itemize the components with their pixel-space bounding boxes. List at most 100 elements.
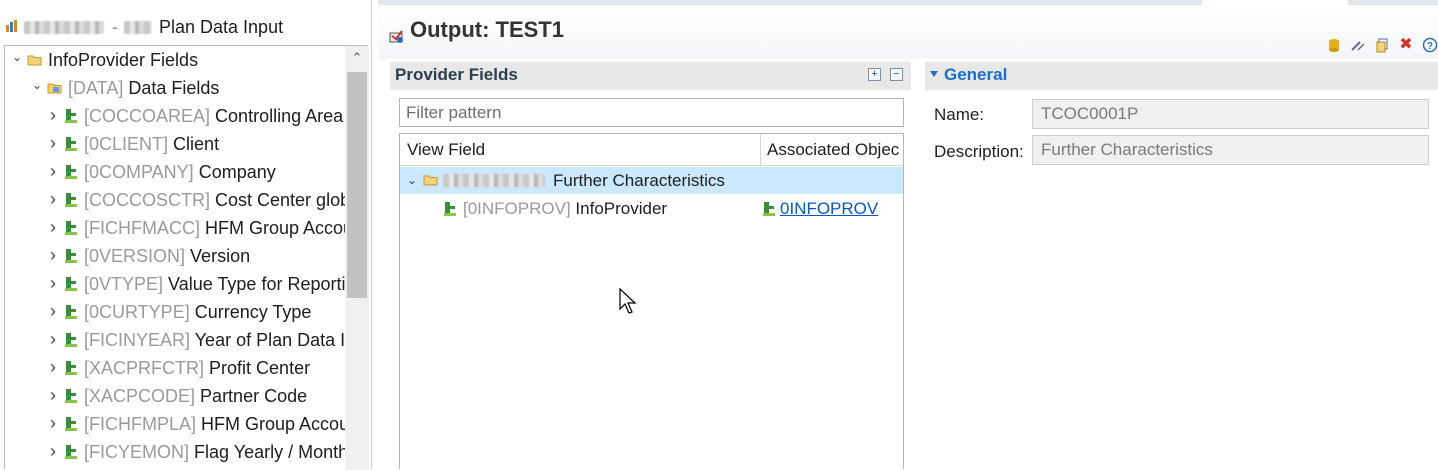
tree-item-technical-name: [XACPCODE] — [84, 386, 196, 406]
tree-item-text: [COCCOAREA] Controlling Area — [84, 102, 343, 130]
chevron-right-icon[interactable]: › — [47, 358, 59, 376]
tree-item-technical-name: [0VTYPE] — [84, 274, 164, 294]
tree-item-technical-name: [FICHFMPLA] — [84, 414, 197, 434]
characteristic-icon — [65, 333, 77, 347]
chevron-right-icon[interactable]: › — [47, 162, 59, 180]
tree-item-text: [XACPCODE] Partner Code — [84, 382, 307, 410]
chevron-right-icon[interactable]: › — [47, 414, 59, 432]
scroll-up-icon[interactable]: ⌃ — [351, 51, 363, 64]
tree-item-label: Flag Yearly / Month — [194, 442, 349, 462]
characteristic-icon — [65, 165, 77, 179]
tree-item-label: HFM Group Accou — [201, 414, 350, 434]
scroll-thumb[interactable] — [347, 72, 367, 298]
chevron-right-icon[interactable]: › — [47, 386, 59, 404]
infoprovider-tree: ⌄ InfoProvider Fields ⌄ [DATA] Data Fields ›… — [4, 45, 369, 470]
description-label: Description: — [934, 142, 1024, 161]
tree-item-label: Controlling Area — [215, 106, 344, 126]
tree-item-label: HFM Group Accou — [205, 218, 354, 238]
tree-item-label: Partner Code — [200, 386, 308, 406]
general-section-header[interactable]: General — [925, 62, 1438, 90]
chevron-right-icon[interactable]: › — [47, 246, 59, 264]
edit-icon[interactable] — [1350, 37, 1366, 53]
folder-icon — [423, 175, 438, 186]
collapse-triangle-icon[interactable] — [930, 71, 938, 77]
tree-item-technical-name: [0CLIENT] — [84, 134, 169, 154]
tree-item-text: [0VTYPE] Value Type for Reportir — [84, 270, 351, 298]
characteristic-icon — [65, 249, 77, 263]
row-label: InfoProvider — [575, 199, 668, 218]
database-icon[interactable] — [1326, 37, 1342, 53]
grid-row-selected[interactable]: ⌄ Further Characteristics — [400, 167, 903, 194]
redacted-text — [443, 174, 545, 187]
panel-header: - Plan Data Input — [0, 12, 372, 42]
characteristic-icon — [65, 109, 77, 123]
tree-item-technical-name: [COCCOSCTR] — [84, 190, 210, 210]
chevron-right-icon[interactable]: › — [47, 134, 59, 152]
characteristic-icon — [65, 221, 77, 235]
filter-input[interactable] — [399, 98, 904, 127]
tree-item-text: [XACPRFCTR] Profit Center — [84, 354, 310, 382]
associated-object-link[interactable]: 0INFOPROV — [780, 195, 878, 222]
tree-item-technical-name: [0CURTYPE] — [84, 302, 190, 322]
chevron-right-icon[interactable]: › — [47, 302, 59, 320]
description-field: Further Characteristics — [1032, 135, 1429, 165]
chevron-right-icon[interactable]: › — [47, 330, 59, 348]
tree-item-label: Data Fields — [128, 78, 220, 98]
name-label: Name: — [934, 105, 985, 124]
tree-item-technical-name: [FICYEMON] — [84, 442, 190, 462]
tree-item-text: [0VERSION] Version — [84, 242, 250, 270]
name-field: TCOC0001P — [1032, 99, 1429, 129]
column-separator[interactable] — [760, 134, 761, 166]
provider-fields-header: Provider Fields + − — [390, 62, 911, 90]
tree-item-text: [0COMPANY] Company — [84, 158, 276, 186]
tree-item-label: Year of Plan Data In — [194, 330, 356, 350]
tree-item-label: Company — [198, 162, 276, 182]
tree-item-technical-name: [0COMPANY] — [84, 162, 194, 182]
chevron-down-icon[interactable]: ⌄ — [11, 51, 23, 63]
help-icon[interactable]: ? — [1422, 37, 1438, 53]
chevron-right-icon[interactable]: › — [47, 218, 59, 236]
data-folder-icon — [47, 83, 62, 94]
infoprovider-panel: - Plan Data Input ⌄ InfoProvider Fields ⌄ [… — [0, 0, 372, 470]
chevron-right-icon[interactable]: › — [47, 106, 59, 124]
chevron-right-icon[interactable]: › — [47, 190, 59, 208]
characteristic-icon — [65, 305, 77, 319]
tree-item-text: [FICINYEAR] Year of Plan Data In — [84, 326, 355, 354]
tree-item-text: [FICYEMON] Flag Yearly / Month — [84, 438, 348, 466]
output-icon — [389, 30, 403, 43]
tree-item-text: InfoProvider Fields — [48, 46, 198, 74]
collapse-all-icon[interactable]: − — [890, 68, 903, 81]
column-header-view-field[interactable]: View Field — [407, 134, 485, 166]
provider-fields-grid: View Field Associated Objec ⌄ Further Ch… — [399, 133, 904, 469]
tree-item-technical-name: [DATA] — [68, 78, 124, 98]
row-label: Further Characteristics — [553, 171, 725, 190]
tree-scrollbar[interactable]: ⌃ — [345, 46, 369, 470]
infoobject-icon — [763, 202, 775, 216]
copy-icon[interactable] — [1374, 37, 1390, 53]
tree-item-text: [0CURTYPE] Currency Type — [84, 298, 311, 326]
column-header-associated-object[interactable]: Associated Objec — [767, 134, 899, 166]
tree-item-text: [FICHFMPLA] HFM Group Accou — [84, 410, 349, 438]
chevron-down-icon[interactable]: ⌄ — [406, 174, 418, 186]
delete-icon[interactable]: ✖ — [1398, 37, 1414, 53]
characteristic-icon — [65, 193, 77, 207]
folder-icon — [27, 55, 42, 66]
chevron-right-icon[interactable]: › — [47, 442, 59, 460]
chevron-right-icon[interactable]: › — [47, 274, 59, 292]
tree-item-label: Cost Center globa — [215, 190, 361, 210]
tree-item-technical-name: [0VERSION] — [84, 246, 186, 266]
provider-fields-title: Provider Fields — [395, 65, 518, 84]
chevron-down-icon[interactable]: ⌄ — [31, 79, 43, 91]
tree-item-label: Client — [173, 134, 220, 154]
output-editor: Output: TEST1 ✖ ? Provider Fields + − Vi… — [378, 0, 1438, 469]
output-header: Output: TEST1 ✖ ? — [378, 5, 1438, 59]
general-section-title: General — [944, 65, 1008, 84]
tree-item-label: Value Type for Reportir — [168, 274, 352, 294]
redacted-text — [124, 21, 152, 34]
tree-item-technical-name: [COCCOAREA] — [84, 106, 211, 126]
characteristic-icon — [444, 202, 456, 216]
tree-item-text: [FICHFMACC] HFM Group Accou — [84, 214, 353, 242]
characteristic-icon — [65, 361, 77, 375]
grid-row[interactable]: [0INFOPROV] InfoProvider 0INFOPROV — [400, 195, 903, 222]
expand-all-icon[interactable]: + — [868, 68, 881, 81]
